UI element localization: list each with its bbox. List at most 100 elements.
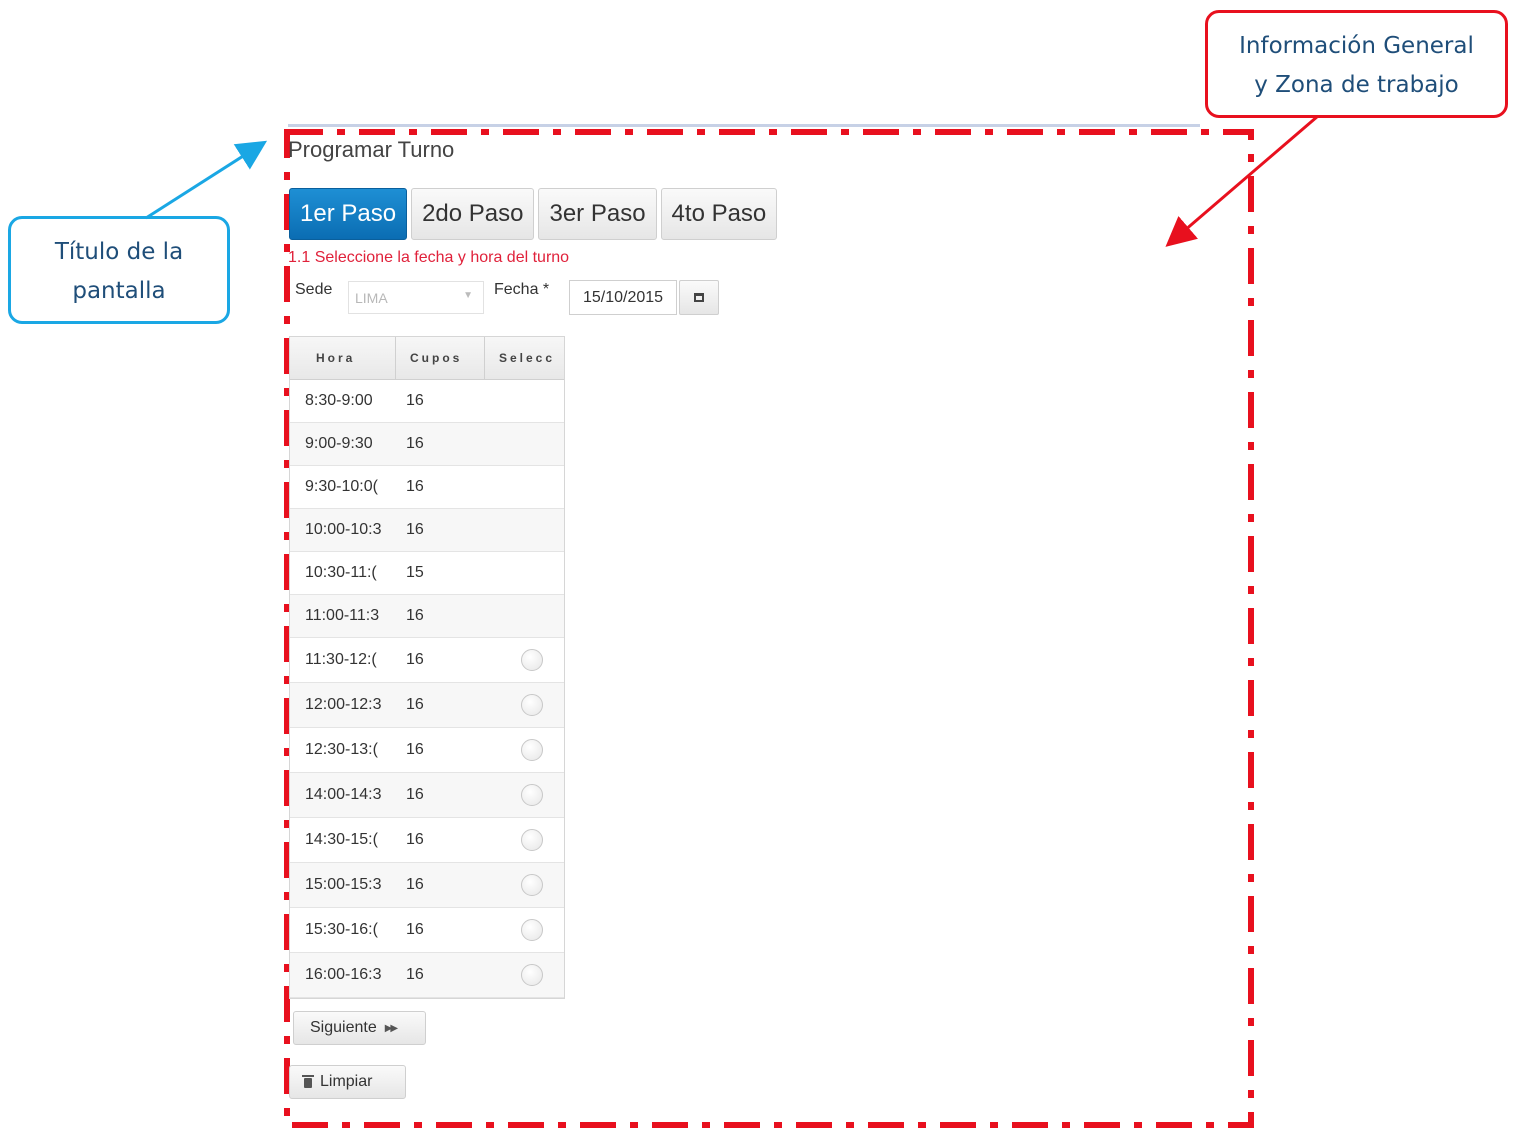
- select-radio[interactable]: [520, 964, 543, 986]
- chevron-down-icon: ▼: [463, 290, 473, 301]
- table-row[interactable]: 15:30-16:( 16: [290, 908, 564, 953]
- cupos-cell: 16: [406, 435, 424, 452]
- table-row[interactable]: 15:00-15:3 16: [290, 863, 564, 908]
- cupos-cell: 16: [406, 478, 424, 495]
- select-cell: [485, 728, 564, 772]
- tab-step-2[interactable]: 2do Paso: [411, 188, 535, 240]
- select-radio[interactable]: [520, 784, 543, 806]
- hora-cell: 12:00-12:3: [305, 696, 382, 713]
- table-row: 8:30-9:00 16: [290, 380, 564, 423]
- table-header: Hora Cupos Selecc: [290, 337, 564, 380]
- table-row[interactable]: 16:00-16:3 16: [290, 953, 564, 998]
- table-row[interactable]: 12:00-12:3 16: [290, 683, 564, 728]
- instruction-text: 1.1 Seleccione la fecha y hora del turno: [288, 249, 570, 266]
- select-cell: [485, 638, 564, 682]
- fecha-label: Fecha *: [494, 281, 550, 298]
- hora-cell: 11:00-11:3: [305, 607, 380, 624]
- table-row[interactable]: 12:30-13:( 16: [290, 728, 564, 773]
- next-label: Siguiente: [310, 1019, 377, 1036]
- select-radio[interactable]: [520, 649, 543, 671]
- table-row: 10:00-10:3 16: [290, 509, 564, 552]
- select-cell: [485, 466, 564, 508]
- callout-line: y Zona de trabajo: [1254, 72, 1459, 98]
- table-body: 8:30-9:00 16 9:00-9:30 16 9:30-10:0(16 10:00-…: [290, 380, 564, 998]
- hora-cell: 10:00-10:3: [305, 521, 382, 538]
- select-cell: [485, 509, 564, 551]
- select-radio[interactable]: [520, 739, 543, 761]
- hora-cell: 9:00-9:30: [305, 435, 373, 452]
- hora-cell: 15:00-15:3: [305, 876, 382, 893]
- select-cell: [485, 773, 564, 817]
- cupos-cell: 16: [406, 521, 424, 538]
- select-cell: [485, 683, 564, 727]
- hora-cell: 14:00-14:3: [305, 786, 382, 803]
- table-row: 9:30-10:0( 16: [290, 466, 564, 509]
- step-tabs: 1er Paso 2do Paso 3er Paso 4to Paso: [289, 188, 778, 240]
- fast-forward-icon: ▶▶: [384, 1022, 398, 1034]
- cupos-cell: 16: [406, 607, 424, 624]
- screen-title-callout: Título de la pantalla: [8, 216, 230, 324]
- sede-select[interactable]: LIMA ▼: [348, 281, 484, 314]
- table-row[interactable]: 14:30-15:( 16: [290, 818, 564, 863]
- callout-line: Información General: [1239, 33, 1474, 59]
- hora-cell: 8:30-9:00: [305, 392, 373, 409]
- sede-value: LIMA: [355, 289, 388, 306]
- work-zone-border: [284, 129, 1254, 1128]
- hora-cell: 11:30-12:(: [305, 651, 377, 668]
- cupos-cell: 15: [406, 564, 424, 581]
- select-cell: [485, 863, 564, 907]
- calendar-icon: [694, 293, 704, 302]
- hora-cell: 12:30-13:(: [305, 741, 378, 758]
- hora-cell: 9:30-10:0(: [305, 478, 378, 495]
- callout-line: Título de la: [54, 239, 184, 265]
- hora-cell: 15:30-16:(: [305, 921, 378, 938]
- table-row[interactable]: 11:30-12:( 16: [290, 638, 564, 683]
- cupos-cell: 16: [406, 741, 424, 758]
- table-row: 9:00-9:30 16: [290, 423, 564, 466]
- callout-line: pantalla: [72, 278, 166, 304]
- tab-step-4[interactable]: 4to Paso: [660, 188, 778, 240]
- cupos-cell: 16: [406, 876, 424, 893]
- cupos-cell: 16: [406, 966, 424, 983]
- cupos-cell: 16: [406, 921, 424, 938]
- select-radio[interactable]: [520, 829, 543, 851]
- select-cell: [485, 595, 564, 637]
- page-title: Programar Turno: [288, 137, 455, 162]
- callout-arrows: [145, 114, 1319, 247]
- tab-step-1[interactable]: 1er Paso: [289, 188, 408, 240]
- column-header-cupos[interactable]: Cupos: [396, 337, 485, 379]
- select-cell: [485, 818, 564, 862]
- tab-step-3[interactable]: 3er Paso: [538, 188, 657, 240]
- column-header-selecc[interactable]: Selecc: [485, 337, 564, 379]
- table-row: 11:00-11:3 16: [290, 595, 564, 638]
- next-button[interactable]: Siguiente ▶▶: [293, 1011, 426, 1045]
- hora-cell: 16:00-16:3: [305, 966, 382, 983]
- select-cell: [485, 423, 564, 465]
- sede-label: Sede: [295, 281, 333, 298]
- select-cell: [485, 380, 564, 422]
- hora-cell: 14:30-15:(: [305, 831, 378, 848]
- column-header-hora[interactable]: Hora: [290, 337, 396, 379]
- fecha-field[interactable]: 15/10/2015: [569, 280, 677, 315]
- select-radio[interactable]: [520, 874, 543, 896]
- select-radio[interactable]: [520, 694, 543, 716]
- select-cell: [485, 953, 564, 997]
- header-divider: [288, 124, 1200, 127]
- info-zone-callout: Información General y Zona de trabajo: [1205, 10, 1508, 118]
- calendar-button[interactable]: [679, 280, 719, 315]
- cupos-cell: 16: [406, 831, 424, 848]
- cupos-cell: 16: [406, 786, 424, 803]
- table-row[interactable]: 14:00-14:3 16: [290, 773, 564, 818]
- clear-label: Limpiar: [320, 1073, 373, 1090]
- cupos-cell: 16: [406, 651, 424, 668]
- title-arrow: [145, 140, 268, 220]
- clear-button[interactable]: Limpiar: [289, 1065, 406, 1099]
- hora-cell: 10:30-11:(: [305, 564, 377, 581]
- trash-icon: [302, 1075, 314, 1088]
- zone-arrow: [1165, 114, 1319, 247]
- cupos-cell: 16: [406, 696, 424, 713]
- select-radio[interactable]: [520, 919, 543, 941]
- table-row: 10:30-11:( 15: [290, 552, 564, 595]
- cupos-cell: 16: [406, 392, 424, 409]
- select-cell: [485, 908, 564, 952]
